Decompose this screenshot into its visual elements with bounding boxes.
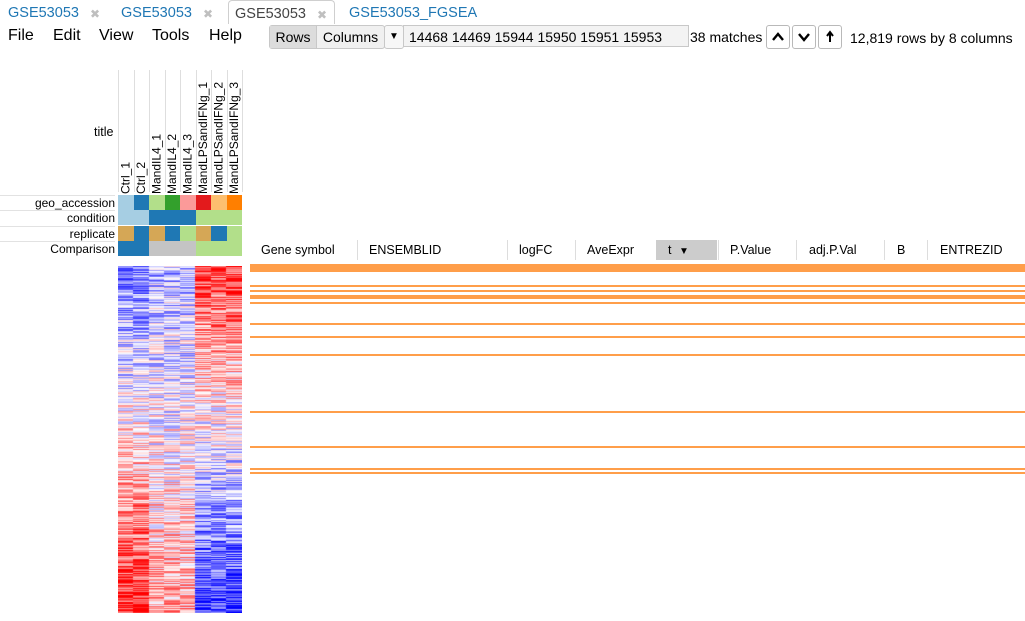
annotation-row-condition[interactable] — [118, 210, 242, 225]
columns-button[interactable]: Columns — [317, 26, 384, 48]
sort-descending-icon: ▼ — [678, 246, 689, 257]
column-label-ctrl_1[interactable]: Ctrl_1 — [119, 162, 133, 194]
menu-edit[interactable]: Edit — [53, 26, 81, 46]
close-icon[interactable]: ✖ — [90, 1, 100, 27]
heatmap[interactable] — [118, 266, 242, 613]
arrow-up-icon — [826, 30, 834, 42]
annotation-cell[interactable] — [164, 210, 180, 225]
annotation-cell[interactable] — [195, 241, 211, 256]
annotation-cell[interactable] — [149, 226, 165, 241]
annotation-cell[interactable] — [180, 241, 196, 256]
column-label-mandil4_1[interactable]: MandIL4_1 — [150, 134, 164, 194]
tab-gse53053-1[interactable]: GSE53053 ✖ — [8, 0, 100, 24]
tab-label: GSE53053 — [235, 6, 306, 22]
annotation-cell[interactable] — [226, 210, 242, 225]
menu-file[interactable]: File — [8, 26, 34, 46]
chevron-down-icon — [798, 33, 810, 42]
matches-count: 38 matches — [690, 29, 763, 45]
annotation-cell[interactable] — [211, 241, 227, 256]
move-matches-to-top-button[interactable] — [818, 25, 842, 49]
search-options-dropdown[interactable]: ▼ — [384, 25, 404, 49]
tab-gse53053-2[interactable]: GSE53053 ✖ — [121, 0, 213, 24]
column-header-aveexpr[interactable]: AveExpr — [575, 240, 647, 260]
annotation-cell[interactable] — [149, 210, 165, 225]
tab-label: GSE53053_FGSEA — [349, 5, 478, 21]
annotation-cell[interactable] — [133, 195, 149, 210]
annotation-cell[interactable] — [164, 241, 180, 256]
column-header-gene-symbol[interactable]: Gene symbol — [250, 240, 356, 260]
annotation-cell[interactable] — [118, 241, 134, 256]
annotation-cell[interactable] — [118, 195, 134, 210]
annotation-cell[interactable] — [226, 241, 242, 256]
close-icon[interactable]: ✖ — [203, 1, 213, 27]
column-header-entrezid[interactable]: ENTREZID — [927, 240, 1025, 260]
chevron-up-icon — [772, 32, 784, 41]
column-label-mandlpsandifng_3[interactable]: MandLPSandIFNg_3 — [227, 82, 241, 194]
annotation-label-comparison[interactable]: Comparison — [0, 241, 115, 256]
menu-view[interactable]: View — [99, 26, 133, 46]
annotation-cell[interactable] — [211, 226, 227, 241]
table-body[interactable] — [250, 264, 1025, 614]
menu-help[interactable]: Help — [209, 26, 242, 46]
annotation-cell[interactable] — [180, 226, 196, 241]
rows-button[interactable]: Rows — [270, 26, 317, 48]
annotation-cell[interactable] — [133, 241, 149, 256]
tab-label: GSE53053 — [8, 5, 79, 21]
chevron-down-icon: ▼ — [389, 31, 399, 42]
column-grid-line — [242, 70, 243, 192]
column-label-mandlpsandifng_2[interactable]: MandLPSandIFNg_2 — [212, 82, 226, 194]
column-header-t-label: t — [668, 243, 672, 257]
tab-label: GSE53053 — [121, 5, 192, 21]
column-header-t[interactable]: t ▼ — [656, 240, 717, 260]
column-header-logfc[interactable]: logFC — [507, 240, 574, 260]
menu-tools[interactable]: Tools — [152, 26, 189, 46]
tab-gse53053-fgsea[interactable]: GSE53053_FGSEA — [349, 0, 477, 24]
column-header-adjpval[interactable]: adj.P.Val — [796, 240, 883, 260]
previous-match-button[interactable] — [766, 25, 790, 49]
annotation-cell[interactable] — [211, 195, 227, 210]
column-header-pvalue[interactable]: P.Value — [718, 240, 795, 260]
annotation-row-comparison[interactable] — [118, 241, 242, 256]
column-label-ctrl_2[interactable]: Ctrl_2 — [134, 162, 148, 194]
annotation-cell[interactable] — [164, 195, 180, 210]
column-label-mandil4_2[interactable]: MandIL4_2 — [165, 134, 179, 194]
table-header: Gene symbol ENSEMBLID logFC AveExpr t ▼ … — [250, 240, 1025, 260]
annotation-cell[interactable] — [195, 226, 211, 241]
annotation-label-condition[interactable]: condition — [0, 210, 115, 225]
annotation-cell[interactable] — [180, 210, 196, 225]
annotation-cell[interactable] — [226, 195, 242, 210]
title-row-label: title — [94, 125, 114, 139]
annotation-cell[interactable] — [133, 226, 149, 241]
next-match-button[interactable] — [792, 25, 816, 49]
annotation-cell[interactable] — [149, 195, 165, 210]
annotation-cell[interactable] — [133, 210, 149, 225]
rows-columns-toggle: Rows Columns — [269, 25, 385, 49]
column-label-mandlpsandifng_1[interactable]: MandLPSandIFNg_1 — [196, 82, 210, 194]
annotation-cell[interactable] — [118, 226, 134, 241]
search-input[interactable]: 14468 14469 15944 15950 15951 15953 — [403, 25, 689, 47]
annotation-cell[interactable] — [195, 210, 211, 225]
annotation-row-geo_accession[interactable] — [118, 195, 242, 210]
tab-bar: GSE53053 ✖ GSE53053 ✖ GSE53053 ✖ GSE5305… — [0, 0, 1025, 24]
annotation-cell[interactable] — [149, 241, 165, 256]
row-column-count: 12,819 rows by 8 columns — [850, 30, 1013, 46]
annotation-cell[interactable] — [164, 226, 180, 241]
annotation-cell[interactable] — [180, 195, 196, 210]
annotation-label-replicate[interactable]: replicate — [0, 226, 115, 241]
column-header-b[interactable]: B — [884, 240, 926, 260]
annotation-label-geo_accession[interactable]: geo_accession — [0, 195, 115, 210]
annotation-row-replicate[interactable] — [118, 226, 242, 241]
annotation-cell[interactable] — [211, 210, 227, 225]
column-header-ensemblid[interactable]: ENSEMBLID — [357, 240, 506, 260]
annotation-cell[interactable] — [226, 226, 242, 241]
annotation-cell[interactable] — [195, 195, 211, 210]
annotation-cell[interactable] — [118, 210, 134, 225]
tab-gse53053-active[interactable]: GSE53053 ✖ — [228, 0, 335, 24]
column-label-mandil4_3[interactable]: MandIL4_3 — [181, 134, 195, 194]
